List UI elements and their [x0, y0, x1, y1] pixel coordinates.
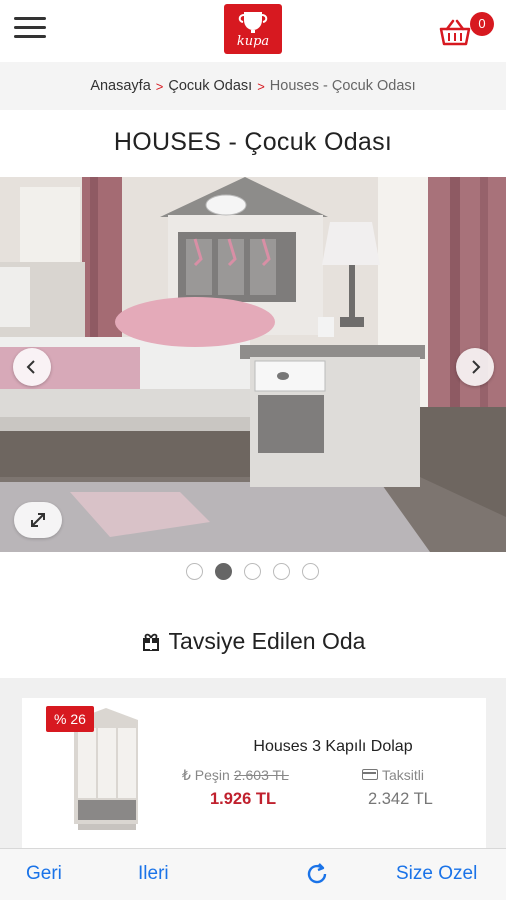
- shopping-basket-icon: [439, 19, 471, 46]
- app-header: kupa 0: [0, 0, 506, 62]
- recommended-title: Tavsiye Edilen Oda: [168, 628, 366, 654]
- gallery-pagination: [186, 563, 331, 581]
- chevron-left-icon: [26, 360, 35, 374]
- fullscreen-button[interactable]: [14, 502, 62, 538]
- forward-button[interactable]: Ileri: [138, 863, 169, 885]
- installment-label-text: Taksitli: [382, 767, 425, 783]
- chevron-right-icon: >: [155, 78, 164, 94]
- page-title: HOUSES - Çocuk Odası: [113, 128, 393, 156]
- bedroom-product-photo: [0, 177, 506, 552]
- gallery-next-button[interactable]: [456, 348, 494, 386]
- recommended-heading: Tavsiye Edilen Oda: [0, 628, 506, 655]
- discount-badge: % 26: [46, 706, 94, 732]
- cash-label-text: ₺ Peşin: [182, 767, 230, 783]
- gallery-dot[interactable]: [244, 563, 261, 580]
- app-page: kupa 0 Anasayfa > Çocuk Odası > Houses -…: [0, 0, 506, 900]
- personalized-button[interactable]: Size Ozel: [396, 863, 477, 885]
- gallery-dot[interactable]: [302, 563, 319, 580]
- expand-arrows-icon: [31, 513, 45, 527]
- gift-icon: [142, 633, 159, 651]
- hamburger-menu-icon[interactable]: [14, 17, 48, 45]
- product-gallery[interactable]: [0, 177, 506, 552]
- product-name[interactable]: Houses 3 Kapılı Dolap: [208, 738, 458, 756]
- installment-label: Taksitli: [362, 767, 424, 783]
- refresh-button[interactable]: [304, 861, 330, 887]
- back-button[interactable]: Geri: [26, 863, 62, 885]
- kupa-logo[interactable]: kupa: [224, 4, 282, 54]
- credit-card-icon: [362, 769, 378, 780]
- breadcrumb-cocuk-odasi[interactable]: Çocuk Odası: [168, 78, 252, 94]
- gallery-prev-button[interactable]: [13, 348, 51, 386]
- cart-count-badge: 0: [470, 12, 494, 36]
- chevron-right-icon: >: [257, 78, 265, 94]
- breadcrumb-home[interactable]: Anasayfa: [90, 78, 150, 94]
- installment-price: 2.342 TL: [368, 790, 433, 808]
- gallery-dot[interactable]: [273, 563, 290, 580]
- breadcrumb-current: Houses - Çocuk Odası: [269, 78, 416, 94]
- old-price: 2.603 TL: [233, 767, 289, 783]
- cash-price-label: ₺ Peşin 2.603 TL: [182, 767, 289, 784]
- browser-toolbar: Geri Ileri Size Ozel: [0, 848, 506, 900]
- logo-text: kupa: [236, 34, 270, 49]
- product-card[interactable]: % 26 Houses 3 Kapılı Dolap ₺ Peşin 2.603 …: [22, 698, 486, 850]
- chevron-right-icon: [472, 360, 481, 374]
- current-price: 1.926 TL: [210, 790, 277, 808]
- refresh-icon: [307, 863, 327, 884]
- gallery-dot-active[interactable]: [215, 563, 232, 580]
- gallery-dot[interactable]: [186, 563, 203, 580]
- cart-button[interactable]: 0: [438, 12, 496, 48]
- breadcrumb: Anasayfa > Çocuk Odası > Houses - Çocuk …: [0, 62, 506, 110]
